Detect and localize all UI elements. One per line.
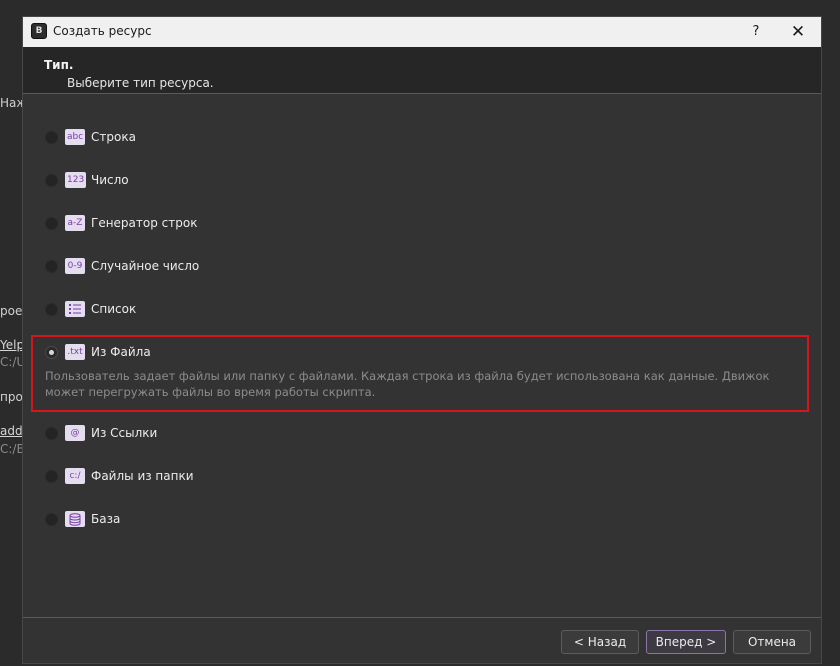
option-label: Число [91,173,129,187]
database-icon [65,511,85,527]
create-resource-dialog: В Создать ресурс ? ✕ Тип. Выберите тип р… [22,16,822,664]
radio-button[interactable] [45,470,58,483]
option-string[interactable]: abc Строка [23,127,823,151]
radio-button[interactable] [45,217,58,230]
option-from-link[interactable]: @ Из Ссылки [23,423,823,447]
option-label: Случайное число [91,259,200,273]
wizard-page-subtitle: Выберите тип ресурса. [67,76,214,90]
radio-button-checked[interactable] [45,346,58,359]
option-label: Генератор строк [91,216,198,230]
option-label: Из Ссылки [91,426,158,440]
link-type-icon: @ [65,425,85,441]
app-icon: В [31,23,47,39]
option-label: Файлы из папки [91,469,194,483]
option-from-file[interactable]: .txt Из Файла [23,342,823,366]
radio-button[interactable] [45,513,58,526]
help-button[interactable]: ? [745,21,767,43]
wizard-page-title: Тип. [44,58,74,72]
dialog-title: Создать ресурс [53,24,152,38]
option-label: Список [91,302,137,316]
footer-divider [23,617,821,618]
folder-type-icon: c:/ [65,468,85,484]
wizard-header: Тип. Выберите тип ресурса. [23,47,821,94]
option-string-generator[interactable]: a-Z Генератор строк [23,213,823,237]
option-label: База [91,512,121,526]
option-database[interactable]: База [23,509,823,533]
bg-link-fragment[interactable]: Yelp [0,338,24,352]
option-folder-files[interactable]: c:/ Файлы из папки [23,466,823,490]
radio-button[interactable] [45,303,58,316]
string-type-icon: abc [65,129,86,145]
dialog-titlebar: В Создать ресурс ? ✕ [23,17,821,47]
next-button[interactable]: Вперед > [646,630,726,654]
number-type-icon: 123 [65,172,87,188]
back-button[interactable]: < Назад [561,630,639,654]
radio-button[interactable] [45,174,58,187]
random-type-icon: 0-9 [65,258,85,274]
option-label: Строка [91,130,136,144]
option-list[interactable]: Список [23,299,823,323]
close-button[interactable]: ✕ [783,21,813,43]
generator-type-icon: a-Z [65,215,85,231]
option-description: Пользователь задает файлы или папку с фа… [45,369,770,399]
option-number[interactable]: 123 Число [23,170,823,194]
bg-text-fragment: рое [0,304,23,318]
list-icon [65,301,85,317]
radio-button[interactable] [45,131,58,144]
option-random-number[interactable]: 0-9 Случайное число [23,256,823,280]
cancel-button[interactable]: Отмена [733,630,811,654]
radio-button[interactable] [45,427,58,440]
bg-text-fragment: про [0,390,23,404]
option-label: Из Файла [91,345,151,359]
radio-button[interactable] [45,260,58,273]
file-type-icon: .txt [65,344,85,360]
